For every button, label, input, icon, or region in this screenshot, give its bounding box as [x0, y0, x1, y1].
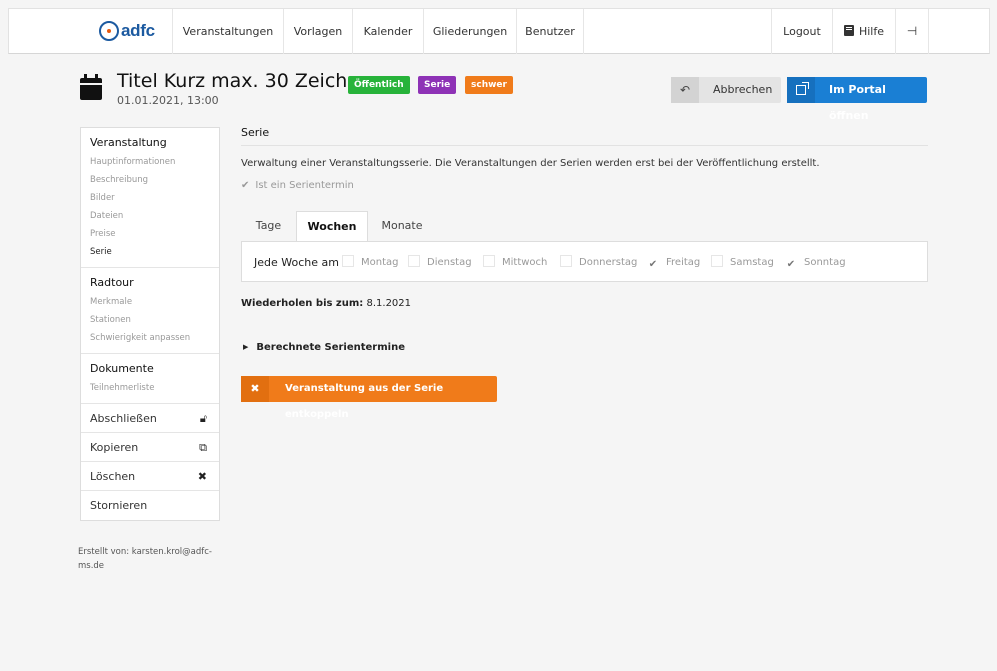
checkbox-icon [408, 255, 420, 267]
sidebar-group-dokumente: Dokumente Teilnehmerliste [81, 354, 219, 404]
page-title: Titel Kurz max. 30 Zeichen [117, 70, 372, 92]
check-icon: ✔ [786, 259, 796, 270]
sidebar-heading[interactable]: Veranstaltung [90, 136, 210, 149]
tab-tage[interactable]: Tage [241, 211, 296, 241]
sidebar-heading[interactable]: Dokumente [90, 362, 210, 375]
cancel-button[interactable]: ↶ Abbrechen [671, 77, 781, 103]
undo-icon: ↶ [671, 77, 699, 103]
weekday-panel: Jede Woche am Montag Dienstag Mittwoch D… [241, 241, 928, 282]
sidebar-group-radtour: Radtour Merkmale Stationen Schwierigkeit… [81, 268, 219, 354]
series-description: Verwaltung einer Veranstaltungsserie. Di… [241, 158, 820, 169]
cancel-event-action[interactable]: Stornieren [81, 491, 219, 520]
decouple-from-series-button[interactable]: ✖ Veranstaltung aus der Serie entkoppeln [241, 376, 497, 420]
unlock-icon: 🔓︎ [199, 412, 207, 425]
checkbox-icon [483, 255, 495, 267]
status-badge-difficulty: schwer [465, 76, 513, 94]
sidebar-item-serie[interactable]: Serie [90, 243, 210, 261]
caret-right-icon: ▶ [243, 343, 249, 351]
sidebar-item-dateien[interactable]: Dateien [90, 207, 210, 225]
sidebar-heading[interactable]: Radtour [90, 276, 210, 289]
sidebar-item-stationen[interactable]: Stationen [90, 311, 210, 329]
sidebar-item-beschreibung[interactable]: Beschreibung [90, 171, 210, 189]
checkbox-icon [711, 255, 723, 267]
weekday-label: Jede Woche am [254, 256, 339, 269]
sidebar-item-teilnehmerliste[interactable]: Teilnehmerliste [90, 379, 210, 397]
logout-link[interactable]: Logout [772, 9, 832, 54]
book-icon [843, 25, 854, 36]
check-icon: ✔ [648, 259, 658, 270]
sidebar-item-merkmale[interactable]: Merkmale [90, 293, 210, 311]
copy-action[interactable]: Kopieren ⧉ [81, 433, 219, 462]
event-datetime: 01.01.2021, 13:00 [117, 94, 219, 107]
nav-divider [583, 9, 584, 54]
status-badge-public: Öffentlich [348, 76, 410, 94]
close-icon: ✖ [197, 470, 207, 483]
logo-icon [99, 21, 119, 41]
weekday-checkbox-mittwoch[interactable]: Mittwoch [483, 242, 547, 283]
finish-action[interactable]: Abschließen 🔓︎ [81, 404, 219, 433]
repeat-until: Wiederholen bis zum: 8.1.2021 [241, 298, 412, 309]
repeat-until-value[interactable]: 8.1.2021 [366, 298, 411, 309]
sidebar: Veranstaltung Hauptinformationen Beschre… [80, 127, 220, 521]
tab-wochen[interactable]: Wochen [296, 211, 368, 242]
series-checkbox[interactable]: ✔ Ist ein Serientermin [241, 180, 928, 191]
adfc-logo[interactable]: adfc [99, 19, 155, 43]
nav-kalender[interactable]: Kalender [353, 9, 423, 54]
nav-vorlagen[interactable]: Vorlagen [284, 9, 352, 54]
nav-veranstaltungen[interactable]: Veranstaltungen [173, 9, 283, 54]
status-badge-series: Serie [418, 76, 457, 94]
weekday-checkbox-sonntag[interactable]: ✔ Sonntag [785, 242, 846, 283]
weekday-checkbox-samstag[interactable]: Samstag [711, 242, 774, 283]
open-in-portal-button[interactable]: Im Portal öffnen [787, 77, 927, 122]
rss-link[interactable]: ⊣ [896, 9, 928, 54]
sidebar-item-hauptinformationen[interactable]: Hauptinformationen [90, 153, 210, 171]
delete-action[interactable]: Löschen ✖ [81, 462, 219, 491]
nav-gliederungen[interactable]: Gliederungen [424, 9, 516, 54]
weekday-checkbox-dienstag[interactable]: Dienstag [408, 242, 472, 283]
sidebar-item-schwierigkeit[interactable]: Schwierigkeit anpassen [90, 329, 210, 347]
weekday-checkbox-donnerstag[interactable]: Donnerstag [560, 242, 637, 283]
created-by: Erstellt von: karsten.krol@adfc-ms.de [78, 547, 212, 571]
external-link-icon [787, 77, 815, 103]
check-icon: ✔ [241, 180, 250, 191]
copy-icon: ⧉ [199, 441, 207, 454]
checkbox-icon [342, 255, 354, 267]
calendar-icon [80, 74, 102, 100]
top-navbar: adfc Veranstaltungen Vorlagen Kalender G… [8, 8, 990, 54]
weekday-checkbox-montag[interactable]: Montag [342, 242, 398, 283]
repeat-tabs: Tage Wochen Monate [241, 211, 928, 242]
sidebar-item-bilder[interactable]: Bilder [90, 189, 210, 207]
checkbox-icon [560, 255, 572, 267]
help-link[interactable]: Hilfe [833, 9, 895, 54]
section-title: Serie [241, 126, 928, 146]
main-content: Serie Verwaltung einer Veranstaltungsser… [241, 126, 928, 420]
sidebar-item-preise[interactable]: Preise [90, 225, 210, 243]
rss-icon: ⊣ [906, 24, 918, 38]
computed-dates-toggle[interactable]: ▶ Berechnete Serientermine [243, 342, 405, 353]
nav-divider [928, 9, 929, 54]
nav-benutzer[interactable]: Benutzer [517, 9, 583, 54]
weekday-checkbox-freitag[interactable]: ✔ Freitag [647, 242, 700, 283]
sidebar-group-veranstaltung: Veranstaltung Hauptinformationen Beschre… [81, 128, 219, 268]
tab-monate[interactable]: Monate [368, 211, 436, 241]
close-icon: ✖ [241, 376, 269, 402]
